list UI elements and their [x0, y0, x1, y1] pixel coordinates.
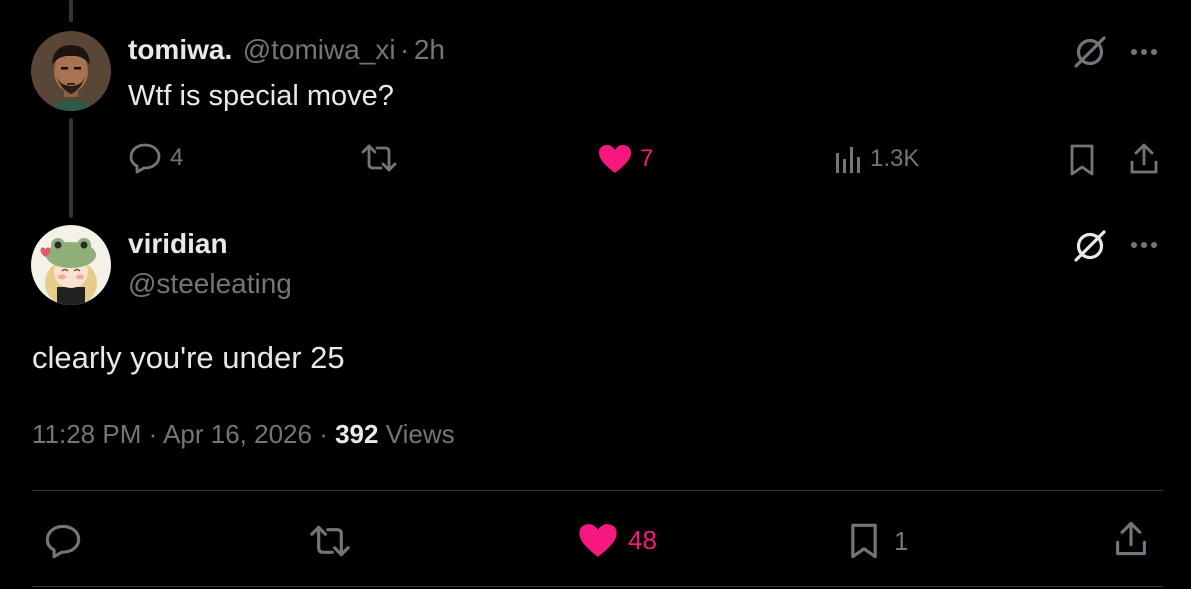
reply-icon	[129, 143, 161, 174]
bookmark-button[interactable]: 1	[848, 522, 908, 560]
like-button[interactable]: 48	[578, 523, 657, 558]
handle[interactable]: @tomiwa_xi	[243, 34, 396, 65]
views-count: 392	[335, 419, 379, 449]
avatar-tomiwa[interactable]	[31, 31, 111, 111]
divider	[32, 586, 1163, 587]
handle[interactable]: @steeleating	[128, 268, 292, 300]
separator: ·	[148, 419, 158, 449]
bookmark-icon	[1070, 144, 1094, 176]
post-date[interactable]: Apr 16, 2026	[163, 419, 312, 449]
separator: ·	[400, 34, 410, 65]
views-count: 1.3K	[870, 145, 920, 172]
tweet-metadata: 11:28 PM · Apr 16, 2026 · 392 Views	[32, 419, 455, 450]
like-count: 7	[640, 145, 654, 172]
tweet-header: tomiwa. @tomiwa_xi · 2h	[128, 34, 445, 66]
views-label: Views	[385, 419, 455, 449]
timestamp[interactable]: 2h	[414, 34, 445, 65]
like-button[interactable]: 7	[598, 144, 653, 174]
share-icon	[1130, 143, 1158, 174]
grok-icon[interactable]	[1071, 33, 1109, 71]
views-icon	[836, 147, 860, 173]
post-time[interactable]: 11:28 PM	[32, 419, 141, 449]
views-button[interactable]: 1.3K	[834, 145, 919, 173]
avatar-viridian[interactable]	[31, 225, 111, 305]
thread-line	[69, 118, 73, 218]
tweet-text: clearly you're under 25	[32, 340, 345, 375]
thread-line-top	[69, 0, 73, 22]
bookmark-button[interactable]	[1068, 143, 1096, 177]
like-icon	[579, 524, 617, 557]
separator: ·	[319, 419, 328, 449]
display-name[interactable]: viridian	[128, 228, 228, 260]
repost-icon	[361, 144, 397, 172]
share-button[interactable]	[1128, 142, 1160, 176]
tweet-text: Wtf is special move?	[128, 80, 394, 112]
repost-button[interactable]	[360, 143, 398, 173]
like-icon	[599, 145, 631, 173]
like-count: 48	[628, 525, 657, 555]
reply-icon	[45, 524, 81, 559]
bookmark-icon	[851, 523, 877, 559]
reply-button[interactable]: 4	[128, 142, 183, 174]
repost-icon	[310, 525, 350, 557]
share-button[interactable]	[1113, 520, 1149, 558]
divider	[32, 490, 1163, 491]
grok-icon[interactable]	[1071, 227, 1109, 265]
display-name[interactable]: tomiwa.	[128, 34, 232, 65]
reply-button[interactable]	[44, 523, 82, 559]
bookmark-count: 1	[894, 525, 909, 556]
more-icon[interactable]	[1128, 46, 1160, 58]
more-icon[interactable]	[1128, 239, 1160, 251]
reply-count: 4	[170, 144, 184, 171]
repost-button[interactable]	[308, 524, 352, 558]
share-icon	[1116, 521, 1146, 556]
